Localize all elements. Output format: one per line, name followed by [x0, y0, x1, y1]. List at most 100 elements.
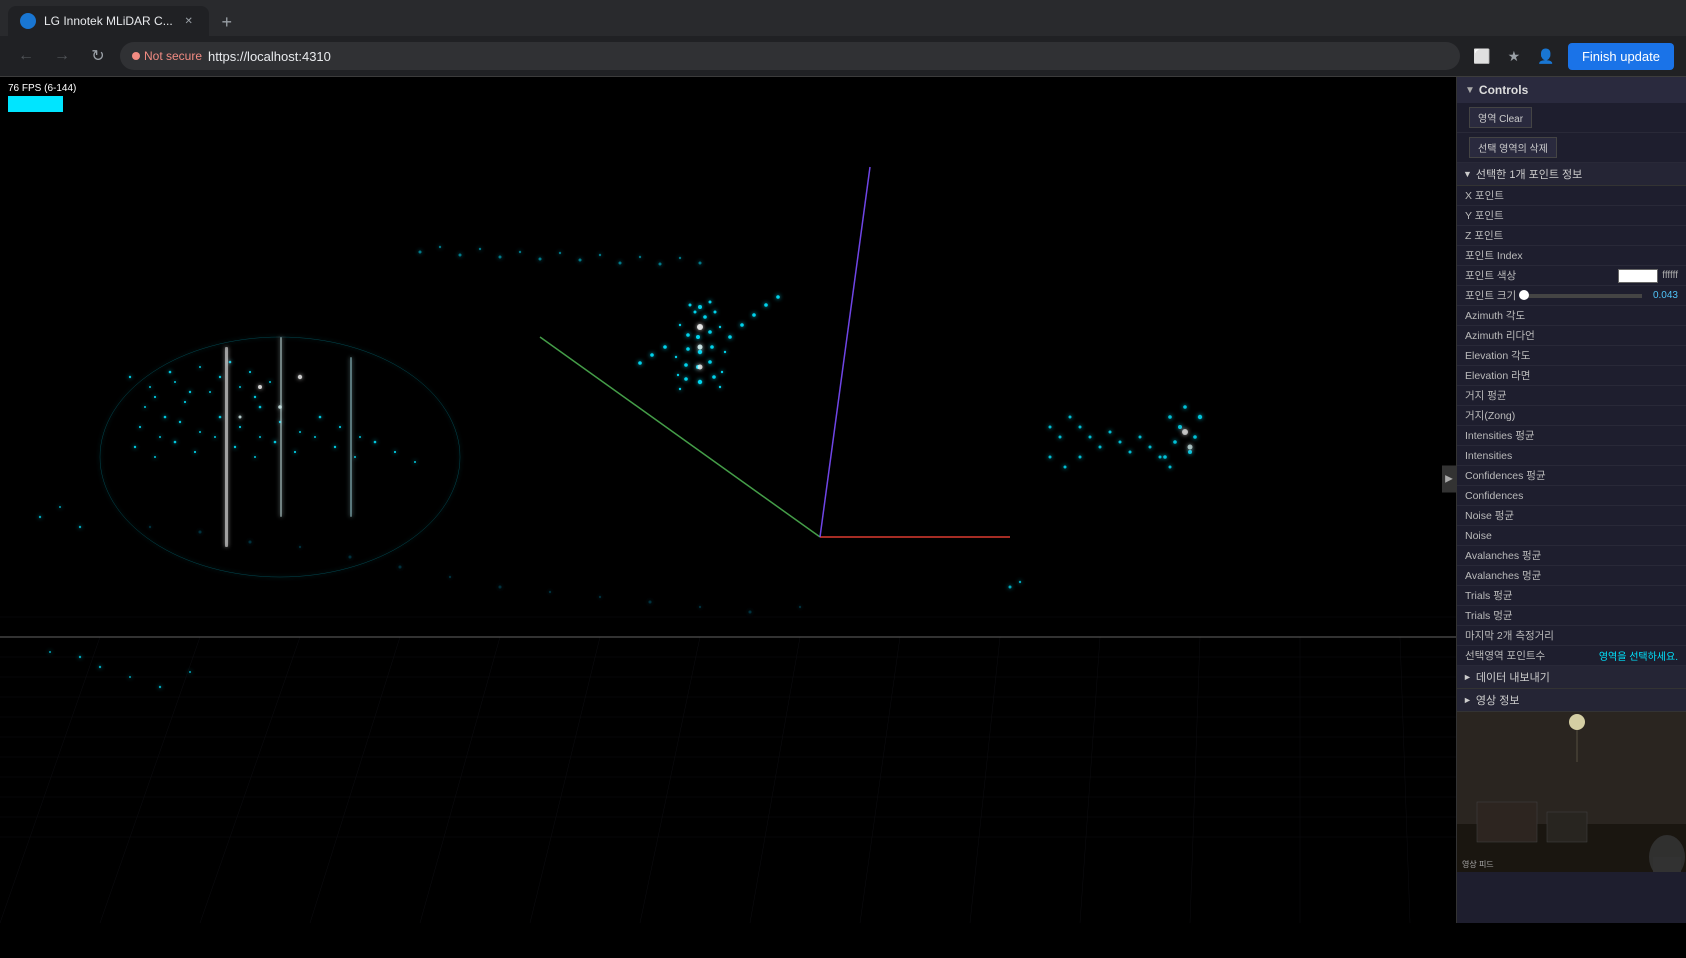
avalanches-label: Avalanches 멍균: [1465, 568, 1678, 583]
y-point-label: Y 포인트: [1465, 208, 1678, 223]
distance-zong-row: 거지(Zong): [1457, 406, 1686, 426]
omnibox-bar: ← → ↻ Not secure https://localhost:4310 …: [0, 36, 1686, 76]
active-tab[interactable]: LG Innotek MLiDAR C... ✕: [8, 6, 209, 36]
intensities-avg-row: Intensities 펑균: [1457, 426, 1686, 446]
export-title: 데이터 내보내기: [1476, 669, 1550, 685]
tab-close-btn[interactable]: ✕: [181, 13, 197, 29]
fps-bar: [8, 96, 63, 112]
main-area: 76 FPS (6-144): [0, 77, 1686, 923]
confidences-label: Confidences: [1465, 490, 1678, 502]
point-size-thumb[interactable]: [1519, 290, 1529, 300]
distance-avg-label: 거지 펑균: [1465, 388, 1678, 403]
video-caret: ►: [1463, 695, 1472, 705]
viewport[interactable]: 76 FPS (6-144): [0, 77, 1456, 923]
deselect-button-row: 선택 영역의 삭제: [1457, 133, 1686, 163]
point-color-label: 포인트 색상: [1465, 268, 1618, 283]
distance-avg-row: 거지 펑균: [1457, 386, 1686, 406]
selected-point-count-row: 선택영역 포인트수 영역을 선택하세요.: [1457, 646, 1686, 666]
controls-title: Controls: [1479, 83, 1528, 97]
point-info-caret: ▼: [1463, 169, 1472, 179]
new-tab-button[interactable]: +: [213, 8, 241, 36]
intensities-avg-label: Intensities 펑균: [1465, 428, 1678, 443]
point-color-row: 포인트 색상 ffffff: [1457, 266, 1686, 286]
tab-title: LG Innotek MLiDAR C...: [44, 14, 173, 28]
deselect-button[interactable]: 선택 영역의 삭제: [1469, 137, 1557, 158]
tab-favicon: [20, 13, 36, 29]
intensities-row: Intensities: [1457, 446, 1686, 466]
confidences-row: Confidences: [1457, 486, 1686, 506]
point-info-title: 선택한 1개 포인트 정보: [1476, 166, 1582, 182]
avalanches-row: Avalanches 멍균: [1457, 566, 1686, 586]
export-section-header[interactable]: ► 데이터 내보내기: [1457, 666, 1686, 689]
video-title: 영상 정보: [1476, 692, 1520, 708]
trials-avg-label: Trials 펑균: [1465, 588, 1678, 603]
z-point-row: Z 포인트: [1457, 226, 1686, 246]
elevation-angle-label: Elevation 각도: [1465, 348, 1678, 363]
omnibox-actions: ⬜ ★ 👤: [1468, 42, 1560, 70]
controls-panel: ▼ Controls 영역 Clear 선택 영역의 삭제 ▼ 선택한 1개 포…: [1456, 77, 1686, 923]
video-thumbnail: 영상 피드: [1457, 712, 1686, 872]
side-panel-toggle[interactable]: ▶: [1442, 466, 1456, 493]
azimuth-lidar-row: Azimuth 리다언: [1457, 326, 1686, 346]
selected-point-count-label: 선택영역 포인트수: [1465, 648, 1599, 663]
point-index-row: 포인트 Index: [1457, 246, 1686, 266]
elevation-ramen-label: Elevation 라면: [1465, 368, 1678, 383]
last-two-dist-row: 마지막 2개 측정거리: [1457, 626, 1686, 646]
x-point-label: X 포인트: [1465, 188, 1678, 203]
export-caret: ►: [1463, 672, 1472, 682]
reload-button[interactable]: ↻: [84, 42, 112, 70]
noise-avg-label: Noise 펑균: [1465, 508, 1678, 523]
noise-avg-row: Noise 펑균: [1457, 506, 1686, 526]
avalanches-avg-row: Avalanches 펑균: [1457, 546, 1686, 566]
elevation-ramen-row: Elevation 라면: [1457, 366, 1686, 386]
trials-row: Trials 멍균: [1457, 606, 1686, 626]
profile-button[interactable]: 👤: [1532, 42, 1560, 70]
confidences-avg-label: Confidences 펑균: [1465, 468, 1678, 483]
trials-avg-row: Trials 펑균: [1457, 586, 1686, 606]
avalanches-avg-label: Avalanches 펑균: [1465, 548, 1678, 563]
point-size-value: 0.043: [1646, 290, 1678, 301]
z-point-label: Z 포인트: [1465, 228, 1678, 243]
selected-point-count-value: 영역을 선택하세요.: [1599, 648, 1678, 663]
video-section-header[interactable]: ► 영상 정보: [1457, 689, 1686, 712]
point-size-row: 포인트 크기 0.043: [1457, 286, 1686, 306]
confidences-avg-row: Confidences 펑균: [1457, 466, 1686, 486]
point-color-hex: ffffff: [1662, 270, 1678, 281]
point-index-label: 포인트 Index: [1465, 248, 1678, 263]
finish-update-button[interactable]: Finish update: [1568, 43, 1674, 70]
y-point-row: Y 포인트: [1457, 206, 1686, 226]
back-button[interactable]: ←: [12, 42, 40, 70]
fps-label: 76 FPS (6-144): [8, 83, 76, 94]
point-size-label: 포인트 크기: [1465, 288, 1516, 303]
azimuth-angle-row: Azimuth 각도: [1457, 306, 1686, 326]
browser-chrome: LG Innotek MLiDAR C... ✕ + ← → ↻ Not sec…: [0, 0, 1686, 77]
last-two-dist-label: 마지막 2개 측정거리: [1465, 628, 1678, 643]
url-display: https://localhost:4310: [208, 49, 331, 64]
x-point-row: X 포인트: [1457, 186, 1686, 206]
intensities-label: Intensities: [1465, 450, 1678, 462]
noise-label: Noise: [1465, 530, 1678, 542]
not-secure-dot: [132, 52, 140, 60]
svg-text:영상 피드: 영상 피드: [1462, 859, 1494, 869]
distance-zong-label: 거지(Zong): [1465, 408, 1678, 423]
point-color-swatch[interactable]: [1618, 269, 1658, 283]
azimuth-lidar-label: Azimuth 리다언: [1465, 328, 1678, 343]
clear-button[interactable]: 영역 Clear: [1469, 107, 1532, 128]
controls-header[interactable]: ▼ Controls: [1457, 77, 1686, 103]
tab-bar: LG Innotek MLiDAR C... ✕ +: [0, 0, 1686, 36]
forward-button[interactable]: →: [48, 42, 76, 70]
not-secure-label: Not secure: [144, 49, 202, 63]
lidar-scene-svg: [0, 77, 1456, 923]
point-info-section-header[interactable]: ▼ 선택한 1개 포인트 정보: [1457, 163, 1686, 186]
point-size-slider[interactable]: [1520, 294, 1642, 298]
controls-arrow: ▼: [1465, 85, 1475, 96]
noise-row: Noise: [1457, 526, 1686, 546]
fps-counter: 76 FPS (6-144): [4, 81, 80, 114]
not-secure-indicator: Not secure: [132, 49, 202, 63]
cast-button[interactable]: ⬜: [1468, 42, 1496, 70]
bookmark-button[interactable]: ★: [1500, 42, 1528, 70]
azimuth-angle-label: Azimuth 각도: [1465, 308, 1678, 323]
omnibox[interactable]: Not secure https://localhost:4310: [120, 42, 1460, 70]
trials-label: Trials 멍균: [1465, 608, 1678, 623]
clear-button-row: 영역 Clear: [1457, 103, 1686, 133]
